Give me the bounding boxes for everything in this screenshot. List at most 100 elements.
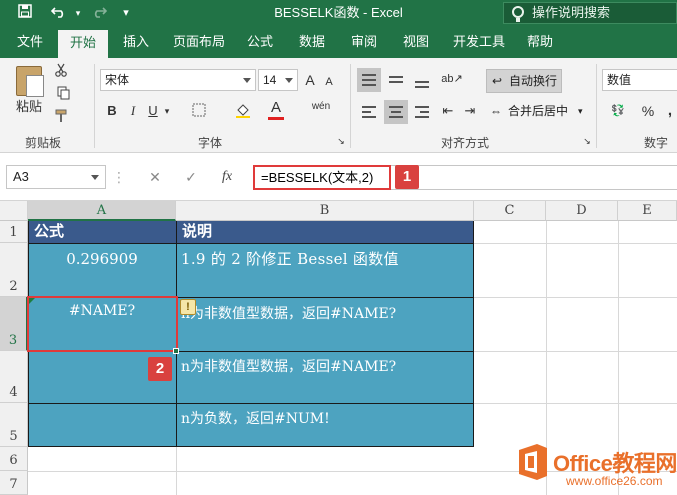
format-painter-icon[interactable]	[52, 108, 70, 130]
divider	[350, 64, 351, 148]
tab-formulas[interactable]: 公式	[238, 26, 282, 58]
paste-icon[interactable]	[16, 66, 44, 97]
select-all-corner[interactable]	[0, 201, 28, 221]
undo-icon[interactable]	[46, 3, 72, 23]
row-header-1[interactable]: 1	[0, 221, 28, 243]
enter-icon[interactable]: ✓	[176, 165, 206, 189]
paste-button-label[interactable]: 粘贴	[12, 96, 46, 118]
wrap-text-label: 自动换行	[509, 74, 558, 88]
align-bottom-button[interactable]	[410, 68, 434, 92]
tab-help[interactable]: 帮助	[518, 26, 562, 58]
table-border	[28, 243, 474, 244]
customize-qat-icon[interactable]: ▾	[118, 3, 134, 23]
row-header-7[interactable]: 7	[0, 471, 28, 495]
formula-input-extension[interactable]	[391, 165, 677, 190]
title-bar: ▾ ▾ BESSELK函数 - Excel 操作说明搜索	[0, 0, 677, 26]
align-line	[415, 106, 429, 108]
fill-handle[interactable]	[173, 348, 179, 354]
phonetic-guide-button[interactable]: wén	[310, 96, 332, 118]
grow-font-button[interactable]: A	[302, 69, 318, 91]
borders-icon[interactable]	[190, 102, 208, 124]
tab-insert[interactable]: 插入	[114, 26, 158, 58]
column-header-b[interactable]: B	[176, 201, 474, 221]
warning-icon[interactable]: !	[180, 299, 196, 315]
wrap-text-button[interactable]: ↩ 自动换行	[486, 69, 562, 93]
lightbulb-icon	[512, 6, 524, 22]
copy-icon[interactable]	[52, 85, 76, 107]
cancel-icon[interactable]: ✕	[140, 165, 170, 189]
chevron-down-icon[interactable]: ▾	[162, 100, 172, 122]
column-header-c[interactable]: C	[474, 201, 546, 221]
accounting-format-icon[interactable]: 💱	[606, 100, 630, 122]
name-box[interactable]: A3	[6, 165, 106, 189]
row-header-6[interactable]: 6	[0, 447, 28, 471]
percent-button[interactable]: %	[640, 100, 656, 122]
align-line	[362, 106, 376, 108]
comma-button[interactable]: ,	[664, 100, 676, 122]
tell-me-search[interactable]: 操作说明搜索	[503, 2, 677, 24]
cell-a5[interactable]	[28, 403, 176, 447]
font-color-button[interactable]: A	[268, 98, 284, 120]
table-border	[473, 221, 474, 447]
gridline	[474, 351, 677, 352]
cell-b4[interactable]: n为非数值型数据，返回#NAME?	[176, 351, 474, 403]
cell-b5[interactable]: n为负数，返回#NUM!	[176, 403, 474, 447]
decrease-indent-icon[interactable]: ⇤	[438, 100, 458, 122]
underline-button[interactable]: U	[146, 100, 160, 122]
cell-a1[interactable]: 公式	[28, 221, 176, 243]
column-header-a[interactable]: A	[28, 201, 176, 221]
font-size-select[interactable]: 14	[258, 69, 298, 91]
tab-page-layout[interactable]: 页面布局	[166, 26, 232, 58]
align-right-button[interactable]	[410, 100, 434, 124]
cell-b2[interactable]: 1.9 的 2 阶修正 Bessel 函数值	[176, 243, 474, 297]
align-center-button[interactable]	[384, 100, 408, 124]
ribbon-tabs: 文件 开始 插入 页面布局 公式 数据 审阅 视图 开发工具 帮助	[0, 26, 677, 58]
increase-indent-icon[interactable]: ⇥	[460, 100, 480, 122]
number-format-value: 数值	[607, 73, 632, 87]
dialog-launcher-icon[interactable]: ↘	[336, 134, 346, 148]
column-header-d[interactable]: D	[546, 201, 618, 221]
tab-file[interactable]: 文件	[8, 26, 52, 58]
tab-home[interactable]: 开始	[58, 30, 108, 58]
column-header-e[interactable]: E	[618, 201, 677, 221]
row-header-4[interactable]: 4	[0, 351, 28, 403]
tab-view[interactable]: 视图	[394, 26, 438, 58]
align-left-button[interactable]	[357, 100, 381, 124]
cell-b1[interactable]: 说明	[176, 221, 474, 243]
formula-input[interactable]: =BESSELK(文本,2)	[253, 165, 391, 190]
orientation-icon[interactable]: ab↗	[440, 68, 464, 90]
row-header-3[interactable]: 3	[0, 297, 28, 351]
tab-data[interactable]: 数据	[290, 26, 334, 58]
row-header-2[interactable]: 2	[0, 243, 28, 297]
align-line	[362, 84, 376, 86]
fill-color-icon[interactable]	[234, 102, 252, 124]
merge-center-button[interactable]: ⇔ 合并后居中 ▾	[486, 100, 586, 124]
font-name-select[interactable]: 宋体	[100, 69, 256, 91]
font-group-label: 字体	[197, 136, 222, 150]
insert-function-icon[interactable]: fx	[212, 165, 242, 189]
tab-review[interactable]: 审阅	[342, 26, 386, 58]
row-header-5[interactable]: 5	[0, 403, 28, 447]
bold-button[interactable]: B	[104, 100, 120, 122]
redo-icon[interactable]	[88, 3, 110, 23]
italic-button[interactable]: I	[126, 100, 140, 122]
align-line	[362, 74, 376, 76]
font-size-value: 14	[263, 73, 277, 87]
align-line	[362, 79, 376, 81]
gridline	[474, 297, 677, 298]
row-number: 7	[9, 477, 18, 492]
cell-b3[interactable]: n为非数值型数据，返回#NAME?	[176, 297, 474, 351]
divider	[94, 64, 95, 148]
tell-me-placeholder: 操作说明搜索	[532, 5, 611, 20]
align-middle-button[interactable]	[384, 68, 408, 92]
tab-developer[interactable]: 开发工具	[446, 26, 512, 58]
shrink-font-button[interactable]: A	[322, 71, 336, 93]
dialog-launcher-icon[interactable]: ↘	[582, 134, 592, 148]
chevron-down-icon: ▾	[578, 106, 583, 116]
cut-icon[interactable]	[52, 62, 70, 84]
cell-a2[interactable]: 0.296909	[28, 243, 176, 297]
save-icon[interactable]	[14, 3, 36, 23]
number-format-select[interactable]: 数值	[602, 69, 677, 91]
undo-dropdown-icon[interactable]: ▾	[72, 3, 84, 23]
align-top-button[interactable]	[357, 68, 381, 92]
